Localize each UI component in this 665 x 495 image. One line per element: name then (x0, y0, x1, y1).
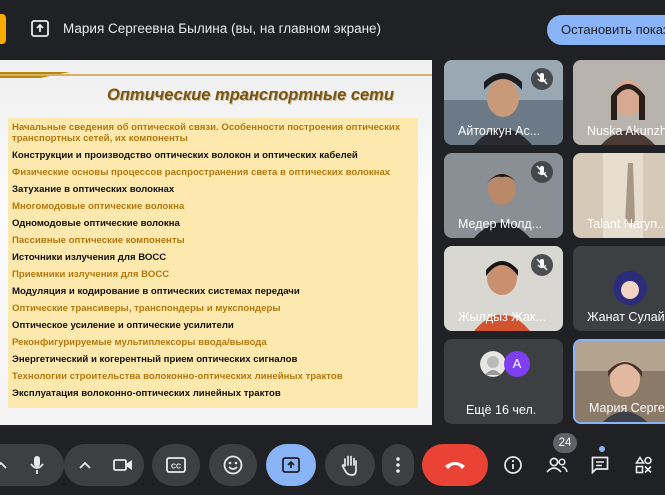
participant-name: Жанат Сулай... (587, 310, 665, 324)
participant-name: Айтолкун Ас... (458, 124, 541, 138)
camera-group (64, 444, 144, 486)
emoji-icon (223, 455, 243, 475)
slide-topic-item: Начальные сведения об оптической связи. … (12, 122, 401, 144)
mic-icon (30, 456, 44, 474)
chevron-up-icon (0, 461, 7, 469)
captions-button[interactable]: CC (152, 444, 200, 486)
participant-tile[interactable]: Жанат Сулай... (573, 246, 665, 331)
slide-topic-item: Физические основы процессов распростране… (12, 167, 391, 178)
participant-tile[interactable]: Жылдыз Жак... (444, 246, 563, 331)
slide-topic-item: Оптическое усиление и оптические усилите… (12, 320, 234, 331)
participant-name: Talant Naryn... (587, 217, 665, 231)
more-options-button[interactable] (382, 444, 414, 486)
raise-hand-button[interactable] (325, 444, 375, 486)
more-vert-icon (396, 457, 400, 473)
chat-icon (591, 456, 609, 474)
slide-topic-item: Приемники излучения для ВОСС (12, 269, 170, 280)
camera-icon (113, 459, 132, 471)
participant-tile[interactable]: Айтолкун Ас... (444, 60, 563, 145)
slide-topic-item: Источники излучения для ВОСС (12, 252, 167, 263)
slide-decor-stripe (0, 72, 432, 78)
video-options-button[interactable] (64, 444, 106, 486)
slide-topic-item: Конструкции и производство оптических во… (12, 150, 358, 161)
participant-name: Жылдыз Жак... (458, 310, 546, 324)
self-view-tile[interactable]: Мария Сергее... (573, 339, 665, 424)
shared-slide: Оптические транспортные сети Начальные с… (0, 60, 432, 425)
participant-name: Медер Молд... (458, 217, 543, 231)
camera-button[interactable] (102, 444, 144, 486)
slide-topic-item: Реконфигурируемые мультиплексоры ввода/в… (12, 337, 267, 348)
slide-title: Оптические транспортные сети (107, 86, 394, 104)
slide-topic-item: Оптические трансиверы, транспондеры и му… (12, 303, 281, 314)
mic-off-icon (531, 161, 553, 183)
slide-topic-item: Эксплуатация волоконно-оптических линейн… (12, 388, 281, 399)
participant-name: Nuska Akunzh (587, 124, 665, 138)
reactions-button[interactable] (209, 444, 257, 486)
activities-button[interactable] (623, 444, 665, 486)
new-message-dot (599, 446, 605, 452)
participants-count-badge: 24 (553, 433, 577, 453)
mic-off-icon (531, 68, 553, 90)
svg-text:CC: CC (171, 464, 181, 471)
avatar-letter: A (504, 351, 530, 377)
chevron-up-icon (79, 461, 91, 469)
meeting-indicator (0, 14, 6, 44)
slide-topic-item: Пассивные оптические компоненты (12, 235, 185, 246)
present-icon (282, 457, 300, 473)
participant-avatar (613, 271, 647, 305)
slide-topic-item: Одномодовые оптические волокна (12, 218, 180, 229)
slide-topic-item: Многомодовые оптические волокна (12, 201, 185, 212)
stop-presenting-button[interactable]: Остановить показ (547, 15, 665, 45)
info-icon (504, 456, 522, 474)
presenter-label: Мария Сергеевна Былина (вы, на главном э… (63, 21, 382, 36)
present-now-button[interactable] (266, 444, 316, 486)
more-participants-label: Ещё 16 чел. (466, 403, 537, 417)
participant-tile[interactable]: Nuska Akunzh (573, 60, 665, 145)
participant-tile[interactable]: Talant Naryn... (573, 153, 665, 238)
mic-group (0, 444, 64, 486)
slide-topic-item: Технологии строительства волоконно-оптич… (12, 371, 343, 382)
more-participants-tile[interactable]: A Ещё 16 чел. (444, 339, 563, 424)
meeting-info-button[interactable] (492, 444, 534, 486)
slide-topic-item: Затухание в оптических волокнах (12, 184, 175, 195)
top-bar: Мария Сергеевна Былина (вы, на главном э… (0, 0, 665, 57)
participant-name: Мария Сергее... (589, 401, 665, 415)
leave-call-button[interactable] (422, 444, 488, 486)
captions-icon: CC (166, 457, 186, 473)
participant-tile[interactable]: Медер Молд... (444, 153, 563, 238)
raise-hand-icon (341, 455, 357, 476)
mic-button[interactable] (16, 444, 58, 486)
people-icon (546, 457, 568, 473)
mic-off-icon (531, 254, 553, 276)
slide-topic-item: Энергетический и когерентный прием оптич… (12, 354, 298, 365)
slide-topic-list: Начальные сведения об оптической связи. … (12, 122, 422, 405)
avatar (480, 351, 506, 377)
present-to-all-icon (31, 20, 49, 37)
slide-topic-item: Модуляция и кодирование в оптических сис… (12, 286, 300, 297)
end-call-icon (445, 462, 465, 469)
activities-icon (635, 456, 652, 474)
